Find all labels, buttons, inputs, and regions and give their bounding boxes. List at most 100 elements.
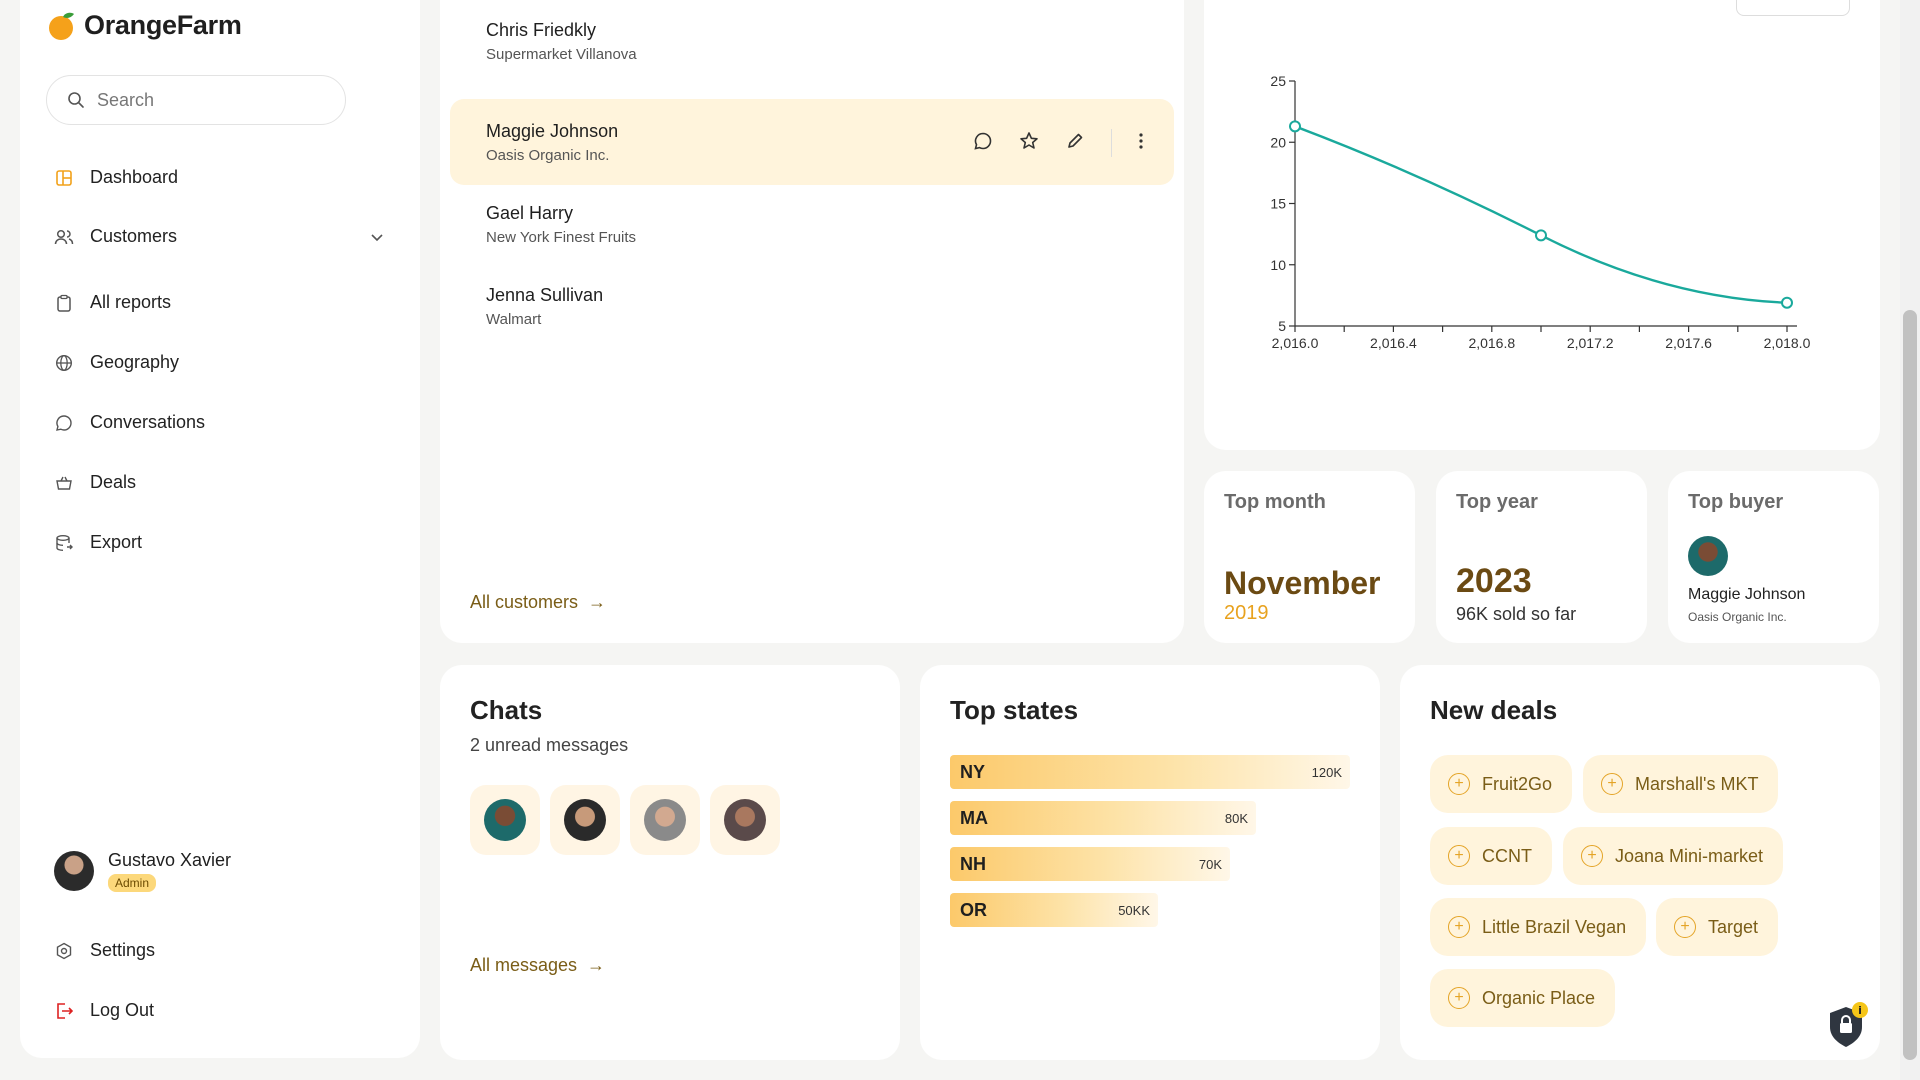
avatar [564, 799, 606, 841]
deal-chip[interactable]: + Joana Mini-market [1563, 827, 1784, 885]
top-month-year: 2019 [1224, 602, 1269, 624]
top-states-card: Top states NY 120K MA 80K NH 70K OR 50KK [920, 665, 1380, 1060]
stat-title: Top year [1456, 491, 1538, 513]
customer-company: Walmart [486, 311, 542, 328]
state-bar[interactable]: OR 50KK [950, 893, 1158, 927]
nav-item-conversations[interactable]: Conversations [54, 412, 205, 433]
state-value: 80K [1224, 811, 1248, 826]
link-label: All customers [470, 592, 579, 612]
customer-row[interactable]: Jenna Sullivan Walmart [450, 265, 1174, 347]
avatar [644, 799, 686, 841]
deal-chip[interactable]: + Organic Place [1430, 969, 1616, 1027]
buyer-company: Oasis Organic Inc. [1688, 610, 1787, 624]
nav-item-dashboard[interactable]: Dashboard [54, 167, 178, 188]
clipboard-icon [54, 293, 74, 313]
all-customers-link[interactable]: All customers → [470, 592, 606, 613]
x-tick-label: 2,017.2 [1567, 335, 1614, 351]
nav-label: Deals [90, 472, 137, 492]
top-year-value: 2023 [1456, 562, 1532, 600]
deal-chip[interactable]: + Fruit2Go [1430, 755, 1573, 813]
nav-item-geography[interactable]: Geography [54, 352, 179, 373]
nav-label: Conversations [90, 412, 206, 432]
y-tick-label: 20 [1270, 134, 1286, 150]
search-input[interactable] [95, 88, 329, 112]
series-line [1294, 125, 1788, 304]
stat-title: Top buyer [1688, 491, 1784, 513]
more-vertical-icon[interactable] [1138, 131, 1144, 156]
nav-label: Log Out [90, 1000, 155, 1020]
customer-row-selected[interactable]: Maggie Johnson Oasis Organic Inc. [450, 99, 1174, 185]
message-icon[interactable] [973, 131, 993, 156]
nav-item-export[interactable]: Export [54, 532, 142, 553]
state-value: 50KK [1118, 903, 1150, 918]
nav-item-customers[interactable]: Customers [54, 226, 384, 247]
scrollbar-thumb[interactable] [1903, 310, 1917, 1060]
customer-company: Oasis Organic Inc. [486, 147, 610, 164]
x-tick-label: 2,016.4 [1370, 335, 1417, 351]
chevron-down-icon[interactable] [370, 228, 384, 249]
plus-circle-icon: + [1448, 845, 1470, 867]
customers-card: Chris Friedkly Supermarket Villanova Mag… [440, 0, 1184, 643]
nav-label: All reports [90, 292, 172, 312]
deal-chip[interactable]: + Marshall's MKT [1583, 755, 1779, 813]
data-point [1781, 296, 1793, 309]
edit-icon[interactable] [1065, 131, 1085, 156]
top-month-card: Top month November 2019 [1204, 471, 1415, 643]
chat-avatar[interactable] [630, 785, 700, 855]
security-shield-icon[interactable]: i [1826, 1001, 1872, 1054]
search-box[interactable] [46, 75, 346, 125]
logo[interactable]: OrangeFarm [48, 10, 242, 41]
customer-name: Chris Friedkly [486, 20, 597, 40]
gear-icon [54, 941, 74, 961]
customer-company: New York Finest Fruits [486, 229, 637, 246]
star-icon[interactable] [1019, 131, 1039, 156]
state-bar[interactable]: MA 80K [950, 801, 1256, 835]
chat-avatar[interactable] [470, 785, 540, 855]
plus-circle-icon: + [1448, 916, 1470, 938]
stat-title: Top month [1224, 491, 1326, 513]
svg-text:i: i [1858, 1004, 1862, 1017]
nav-item-deals[interactable]: Deals [54, 472, 136, 493]
state-bar[interactable]: NH 70K [950, 847, 1230, 881]
top-year-sold: 96K sold so far [1456, 604, 1577, 624]
deal-chip[interactable]: + Target [1656, 898, 1779, 956]
state-bar[interactable]: NY 120K [950, 755, 1350, 789]
x-tick-label: 2,018.0 [1764, 335, 1811, 351]
state-value: 70K [1198, 857, 1222, 872]
link-label: All messages [470, 955, 578, 975]
nav-item-all-reports[interactable]: All reports [54, 292, 171, 313]
y-tick-label: 10 [1270, 257, 1286, 273]
customer-row[interactable]: Chris Friedkly Supermarket Villanova [450, 0, 1174, 82]
customer-name: Jenna Sullivan [486, 285, 604, 305]
chat-avatar[interactable] [550, 785, 620, 855]
customer-row[interactable]: Gael Harry New York Finest Fruits [450, 183, 1174, 265]
plus-circle-icon: + [1448, 773, 1470, 795]
top-year-card: Top year 2023 96K sold so far [1436, 471, 1647, 643]
chat-avatar[interactable] [710, 785, 780, 855]
avatar [724, 799, 766, 841]
customer-company: Supermarket Villanova [486, 46, 637, 63]
customer-name: Gael Harry [486, 203, 574, 223]
page-scrollbar[interactable] [1900, 0, 1920, 1080]
buyer-avatar [1688, 536, 1728, 576]
deal-chip[interactable]: + CCNT [1430, 827, 1552, 885]
deal-chip[interactable]: + Little Brazil Vegan [1430, 898, 1647, 956]
buyer-name: Maggie Johnson [1688, 586, 1806, 603]
deal-label: Fruit2Go [1482, 773, 1553, 794]
state-abbr: OR [960, 900, 987, 920]
x-tick-label: 2,016.8 [1468, 335, 1515, 351]
x-tick-label: 2,017.6 [1665, 335, 1712, 351]
nav-label: Geography [90, 352, 180, 372]
all-messages-link[interactable]: All messages → [470, 955, 605, 976]
chats-subtitle: 2 unread messages [470, 735, 629, 755]
y-tick-label: 15 [1270, 196, 1286, 212]
sales-chart-card: 5 10 15 20 25 2,016.0 2,016.4 2,016.8 2,017.2 2,0… [1204, 0, 1880, 450]
line-chart: 5 10 15 20 25 2,016.0 2,016.4 2,016.8 2,017.2 2,0… [1270, 73, 1811, 351]
new-deals-card: New deals + Fruit2Go + Marshall's MKT + CCN… [1400, 665, 1880, 1060]
database-export-icon [54, 533, 74, 553]
user-profile[interactable]: Gustavo Xavier Admin [54, 850, 231, 892]
nav-item-logout[interactable]: Log Out [54, 1000, 154, 1021]
logout-icon [54, 1001, 74, 1021]
nav-item-settings[interactable]: Settings [54, 940, 155, 961]
data-point [1535, 229, 1547, 242]
